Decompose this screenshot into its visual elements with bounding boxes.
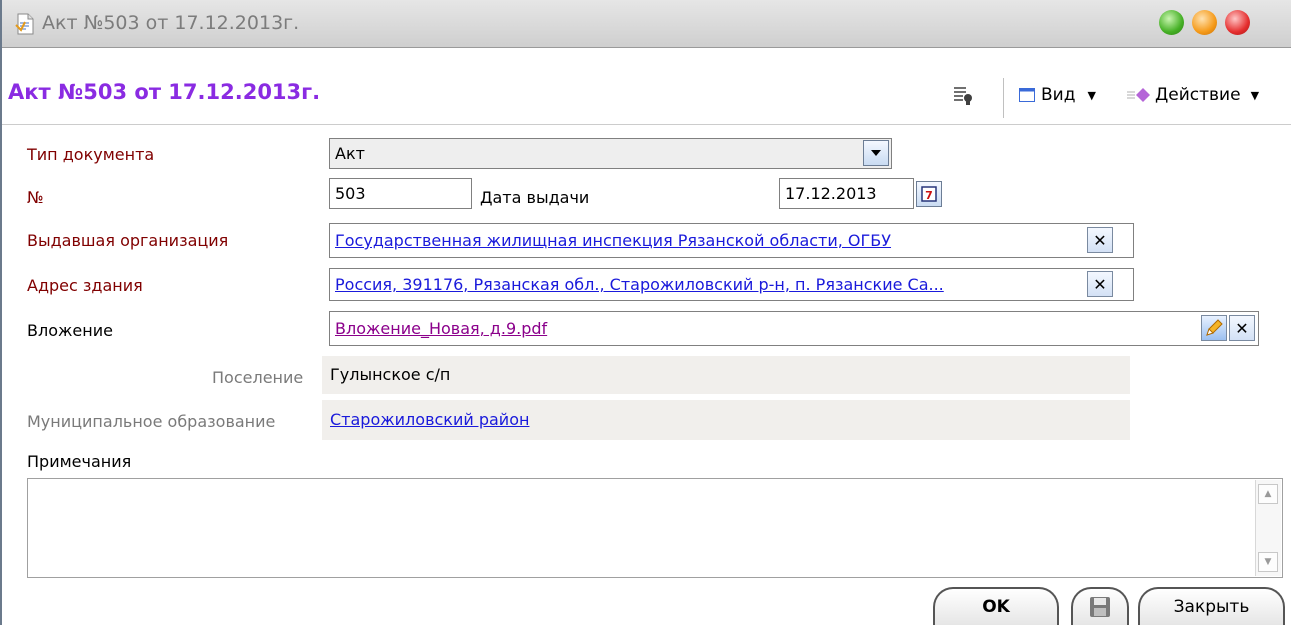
attachment-clear-button[interactable]: ✕ (1229, 315, 1255, 341)
dialog-window: Акт №503 от 17.12.2013г. Акт №503 от 17.… (0, 0, 1291, 625)
window-titlebar[interactable]: Акт №503 от 17.12.2013г. (2, 0, 1291, 48)
number-label: № (27, 188, 44, 207)
chevron-down-icon: ▼ (1264, 557, 1272, 567)
address-field[interactable]: Россия, 391176, Рязанская обл., Старожил… (329, 268, 1134, 301)
notes-textarea[interactable]: ▲ ▼ (27, 478, 1283, 578)
view-menu-button[interactable]: Вид ▼ (1019, 84, 1096, 106)
close-icon: ✕ (1093, 274, 1107, 294)
municipality-label: Муниципальное образование (27, 412, 276, 431)
ok-button[interactable]: OK (933, 587, 1059, 625)
header-divider (2, 124, 1291, 125)
close-icon: ✕ (1093, 230, 1107, 250)
doc-type-label: Тип документа (27, 145, 155, 164)
number-value: 503 (335, 184, 366, 203)
issuer-link[interactable]: Государственная жилищная инспекция Рязан… (335, 231, 891, 250)
settlement-value: Гулынское с/п (330, 365, 451, 384)
edit-icon (1206, 319, 1223, 336)
save-button[interactable] (1071, 587, 1129, 625)
doc-type-value: Акт (335, 144, 365, 163)
address-label: Адрес здания (27, 276, 143, 295)
calendar-icon: 7 (921, 186, 937, 202)
issuer-clear-button[interactable]: ✕ (1087, 227, 1113, 253)
address-clear-button[interactable]: ✕ (1087, 271, 1113, 297)
calendar-button[interactable]: 7 (916, 181, 942, 207)
attachment-field[interactable]: Вложение_Новая, д.9.pdf (329, 311, 1259, 346)
doc-type-dropdown-button[interactable] (863, 140, 889, 166)
chevron-down-icon (871, 150, 881, 156)
chevron-up-icon: ▲ (1264, 489, 1272, 499)
ok-button-label: OK (982, 597, 1010, 617)
issue-date-input[interactable]: 17.12.2013 (779, 178, 914, 209)
scroll-down-button[interactable]: ▼ (1258, 552, 1278, 572)
settlement-label: Поселение (212, 368, 304, 387)
toolbar-separator (1003, 78, 1004, 118)
number-input[interactable]: 503 (329, 178, 472, 209)
window-title: Акт №503 от 17.12.2013г. (42, 12, 300, 34)
action-menu-button[interactable]: Действие ▼ (1127, 84, 1259, 106)
close-icon: ✕ (1235, 318, 1249, 338)
view-menu-label: Вид (1041, 85, 1076, 105)
attachment-link[interactable]: Вложение_Новая, д.9.pdf (335, 319, 547, 338)
municipality-field: Старожиловский район (322, 400, 1130, 440)
scroll-up-button[interactable]: ▲ (1258, 484, 1278, 504)
document-icon (15, 13, 34, 35)
page-title: Акт №503 от 17.12.2013г. (8, 80, 321, 104)
settlement-field: Гулынское с/п (322, 356, 1130, 394)
close-button[interactable]: Закрыть (1138, 587, 1285, 625)
save-icon (1090, 597, 1110, 617)
action-icon (1127, 88, 1150, 102)
doc-type-select[interactable]: Акт (329, 138, 892, 169)
chevron-down-icon: ▼ (1087, 88, 1096, 102)
issuer-field[interactable]: Государственная жилищная инспекция Рязан… (329, 223, 1134, 258)
attachment-label: Вложение (27, 321, 113, 340)
settings-tools-icon[interactable] (952, 84, 974, 106)
minimize-button[interactable] (1159, 10, 1184, 35)
notes-label: Примечания (27, 452, 132, 471)
municipality-link[interactable]: Старожиловский район (330, 410, 529, 429)
close-button-label: Закрыть (1173, 597, 1250, 617)
issue-date-label: Дата выдачи (480, 188, 590, 207)
chevron-down-icon: ▼ (1250, 88, 1260, 102)
window-icon (1019, 88, 1035, 102)
issue-date-value: 17.12.2013 (785, 184, 877, 203)
address-link[interactable]: Россия, 391176, Рязанская обл., Старожил… (335, 275, 944, 294)
maximize-button[interactable] (1192, 10, 1217, 35)
close-window-button[interactable] (1225, 10, 1250, 35)
svg-text:7: 7 (925, 189, 933, 202)
notes-scrollbar[interactable]: ▲ ▼ (1255, 480, 1281, 576)
issuer-label: Выдавшая организация (27, 231, 229, 250)
attachment-edit-button[interactable] (1201, 315, 1227, 341)
action-menu-label: Действие (1155, 85, 1241, 105)
